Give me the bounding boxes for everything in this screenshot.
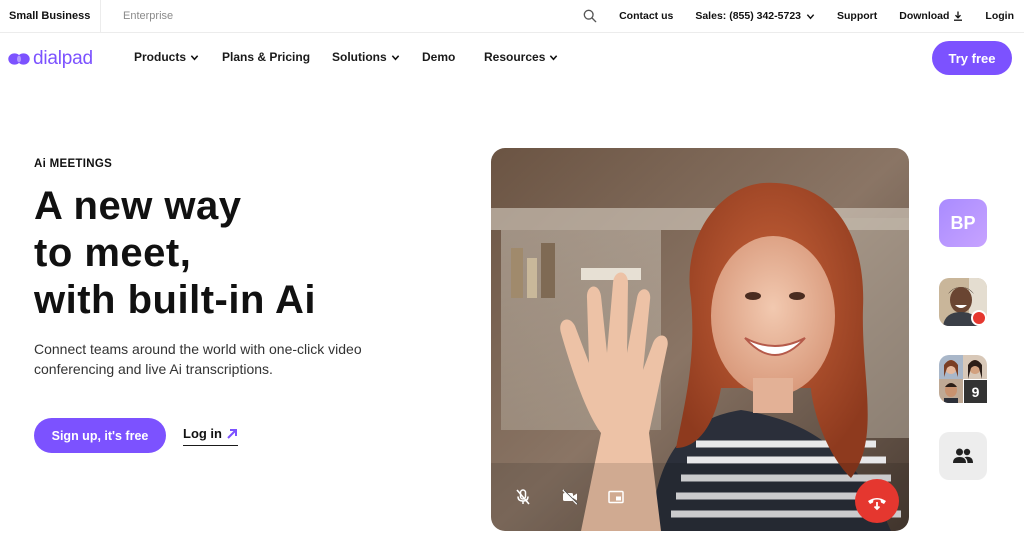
video-call-preview	[491, 148, 909, 531]
download-icon	[954, 11, 963, 21]
end-call-button[interactable]	[855, 479, 899, 523]
nav-demo[interactable]: Demo	[422, 50, 455, 64]
sales-phone-label: Sales: (855) 342-5723	[695, 10, 801, 22]
login-link[interactable]: Login	[985, 10, 1014, 22]
end-call-icon	[868, 498, 886, 511]
nav-products-label: Products	[134, 50, 187, 64]
mute-mic-button[interactable]	[512, 486, 534, 508]
headline-line: to meet,	[34, 231, 192, 275]
utility-links: Contact us Sales: (855) 342-5723 Support…	[583, 0, 1014, 32]
camera-off-icon	[562, 489, 579, 505]
segment-enterprise[interactable]: Enterprise	[123, 0, 173, 32]
eyebrow-label: Ai MEETINGS	[34, 158, 113, 170]
contact-us-link[interactable]: Contact us	[619, 10, 673, 22]
hero-login-link[interactable]: Log in	[183, 426, 238, 446]
sales-phone-link[interactable]: Sales: (855) 342-5723	[695, 10, 815, 22]
participants-button[interactable]	[939, 432, 987, 480]
arrow-up-right-icon	[227, 428, 237, 439]
nav-resources-label: Resources	[484, 50, 546, 64]
picture-in-picture-button[interactable]	[605, 486, 627, 508]
nav-solutions-label: Solutions	[332, 50, 387, 64]
utility-bar: Small Business Enterprise Contact us Sal…	[0, 0, 1024, 33]
headline-line: with built-in Ai	[34, 278, 317, 322]
nav-solutions[interactable]: Solutions	[332, 50, 400, 64]
chevron-down-icon	[391, 54, 399, 60]
signup-button[interactable]: Sign up, it's free	[34, 418, 166, 453]
video-feed-image	[491, 148, 909, 531]
search-icon[interactable]	[583, 9, 597, 23]
recording-indicator-icon	[971, 310, 987, 326]
main-nav: dialpad Products Plans & Pricing Solutio…	[0, 33, 1024, 83]
people-icon	[953, 448, 973, 463]
download-link[interactable]: Download	[899, 10, 963, 22]
headline-line: A new way	[34, 184, 242, 228]
extra-participants-count: 9	[964, 380, 987, 403]
dialpad-logo[interactable]: dialpad	[8, 48, 93, 70]
hero-login-label: Log in	[183, 426, 222, 441]
nav-resources[interactable]: Resources	[484, 50, 558, 64]
logo-text: dialpad	[33, 48, 93, 69]
camera-toggle-button[interactable]	[559, 486, 581, 508]
participant-initials-avatar[interactable]: BP	[939, 199, 987, 247]
hero-subtext: Connect teams around the world with one-…	[34, 341, 362, 377]
support-link[interactable]: Support	[837, 10, 877, 22]
nav-plans-pricing[interactable]: Plans & Pricing	[222, 50, 310, 64]
nav-products[interactable]: Products	[134, 50, 199, 64]
mic-muted-icon	[516, 489, 530, 505]
nav-plans-pricing-label: Plans & Pricing	[222, 50, 311, 64]
dialpad-logo-mark-icon	[8, 53, 30, 65]
download-label: Download	[899, 10, 950, 22]
chevron-down-icon	[190, 54, 199, 60]
chevron-down-icon	[550, 54, 558, 60]
hero-headline: A new way to meet, with built-in Ai	[34, 183, 454, 324]
segment-small-business[interactable]: Small Business	[0, 0, 101, 32]
chevron-down-icon	[806, 13, 815, 19]
picture-in-picture-icon	[608, 490, 624, 504]
try-free-button[interactable]: Try free	[932, 41, 1012, 75]
nav-demo-label: Demo	[422, 50, 456, 64]
